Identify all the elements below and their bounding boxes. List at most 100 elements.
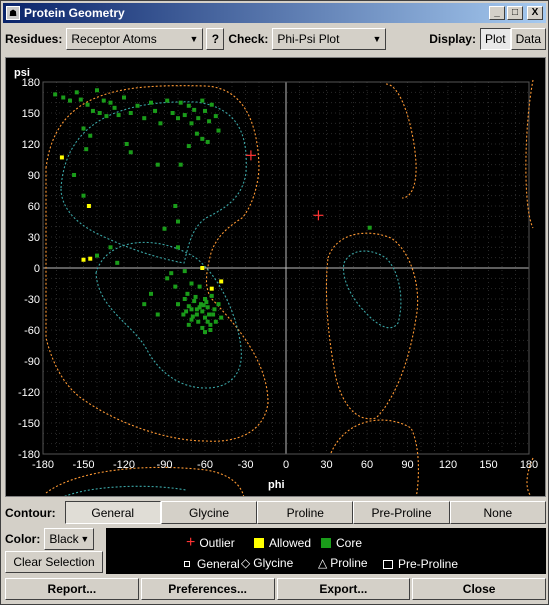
core-point[interactable]: [176, 302, 180, 307]
core-point[interactable]: [84, 147, 89, 152]
core-point[interactable]: [81, 193, 86, 198]
core-point[interactable]: [78, 97, 83, 102]
core-point[interactable]: [189, 307, 194, 312]
core-point[interactable]: [197, 305, 202, 310]
allowed-point[interactable]: [209, 286, 214, 291]
core-point[interactable]: [153, 108, 158, 113]
contour-none-button[interactable]: None: [449, 501, 546, 524]
core-point[interactable]: [116, 113, 121, 118]
core-point[interactable]: [189, 281, 194, 286]
core-point[interactable]: [213, 114, 218, 119]
core-point[interactable]: [162, 226, 167, 231]
core-point[interactable]: [207, 119, 212, 124]
core-point[interactable]: [200, 325, 205, 330]
core-point[interactable]: [176, 219, 180, 224]
core-point[interactable]: [213, 319, 218, 324]
core-point[interactable]: [205, 139, 210, 144]
core-point[interactable]: [203, 330, 207, 335]
core-point[interactable]: [196, 116, 201, 121]
core-point[interactable]: [149, 100, 153, 105]
core-point[interactable]: [169, 271, 174, 276]
core-point[interactable]: [182, 113, 187, 118]
core-point[interactable]: [196, 319, 201, 324]
core-point[interactable]: [72, 173, 77, 177]
core-point[interactable]: [192, 299, 197, 304]
core-point[interactable]: [216, 302, 221, 307]
core-point[interactable]: [155, 162, 160, 167]
core-point[interactable]: [205, 305, 210, 310]
core-point[interactable]: [149, 291, 153, 296]
check-dropdown[interactable]: Phi-Psi Plot ▼: [272, 28, 387, 50]
color-dropdown[interactable]: Black ▼: [44, 528, 95, 550]
core-point[interactable]: [190, 314, 195, 319]
core-point[interactable]: [205, 319, 210, 324]
core-point[interactable]: [88, 133, 93, 138]
core-point[interactable]: [201, 303, 206, 308]
core-point[interactable]: [200, 98, 205, 103]
core-point[interactable]: [197, 284, 202, 289]
core-point[interactable]: [182, 297, 187, 301]
allowed-point[interactable]: [200, 266, 205, 270]
core-point[interactable]: [367, 225, 372, 230]
core-point[interactable]: [176, 116, 180, 121]
clear-selection-button[interactable]: Clear Selection: [5, 551, 103, 573]
core-point[interactable]: [165, 276, 170, 281]
core-point[interactable]: [212, 307, 217, 312]
core-point[interactable]: [185, 291, 190, 296]
core-point[interactable]: [186, 322, 191, 327]
core-point[interactable]: [112, 105, 117, 110]
core-point[interactable]: [178, 100, 183, 105]
close-window-button[interactable]: X: [527, 6, 543, 20]
core-point[interactable]: [192, 107, 197, 112]
core-point[interactable]: [68, 98, 72, 103]
core-point[interactable]: [211, 312, 216, 317]
core-point[interactable]: [90, 108, 95, 113]
outlier-point[interactable]: [245, 150, 256, 161]
core-point[interactable]: [170, 111, 175, 115]
contour-proline-button[interactable]: Proline: [257, 501, 354, 524]
core-point[interactable]: [184, 309, 189, 314]
core-point[interactable]: [85, 102, 90, 107]
core-point[interactable]: [173, 284, 178, 289]
data-toggle[interactable]: Data: [510, 28, 546, 50]
plot-toggle[interactable]: Plot: [479, 28, 511, 50]
core-point[interactable]: [219, 315, 224, 320]
core-point[interactable]: [142, 302, 147, 307]
core-point[interactable]: [53, 92, 58, 97]
core-point[interactable]: [186, 103, 191, 108]
allowed-point[interactable]: [81, 257, 86, 262]
core-point[interactable]: [124, 142, 129, 146]
report-button[interactable]: Report...: [5, 578, 139, 600]
core-point[interactable]: [194, 312, 199, 317]
core-point[interactable]: [115, 260, 120, 265]
core-point[interactable]: [207, 312, 212, 317]
plot-canvas[interactable]: -180 -150 -120 -90 -60 -30 0 30 60 90 120 150 180 18…: [6, 58, 545, 499]
core-point[interactable]: [186, 144, 191, 149]
core-point[interactable]: [108, 100, 113, 105]
allowed-point[interactable]: [88, 256, 93, 261]
core-point[interactable]: [176, 245, 180, 250]
title-bar[interactable]: ☗ Protein Geometry _ □ X: [3, 3, 546, 23]
contour-glycine-button[interactable]: Glycine: [160, 501, 258, 524]
core-point[interactable]: [203, 315, 207, 320]
allowed-point[interactable]: [219, 279, 224, 284]
core-point[interactable]: [74, 90, 79, 95]
core-point[interactable]: [135, 103, 140, 108]
core-point[interactable]: [81, 126, 86, 131]
core-point[interactable]: [128, 150, 133, 155]
export-button[interactable]: Export...: [276, 578, 411, 600]
close-button[interactable]: Close: [412, 578, 546, 600]
core-point[interactable]: [142, 116, 147, 121]
core-point[interactable]: [104, 114, 109, 119]
core-point[interactable]: [208, 328, 213, 332]
core-point[interactable]: [95, 88, 99, 93]
core-point[interactable]: [165, 98, 170, 103]
core-point[interactable]: [203, 108, 207, 113]
contour-preproline-button[interactable]: Pre-Proline: [353, 501, 450, 524]
core-point[interactable]: [178, 162, 183, 167]
ramachandran-plot[interactable]: -180 -150 -120 -90 -60 -30 0 30 60 90 120 150 180 18…: [5, 57, 546, 499]
help-button[interactable]: ?: [206, 28, 225, 50]
core-point[interactable]: [122, 95, 126, 100]
contour-general-button[interactable]: General: [64, 501, 161, 524]
maximize-button[interactable]: □: [507, 6, 523, 20]
